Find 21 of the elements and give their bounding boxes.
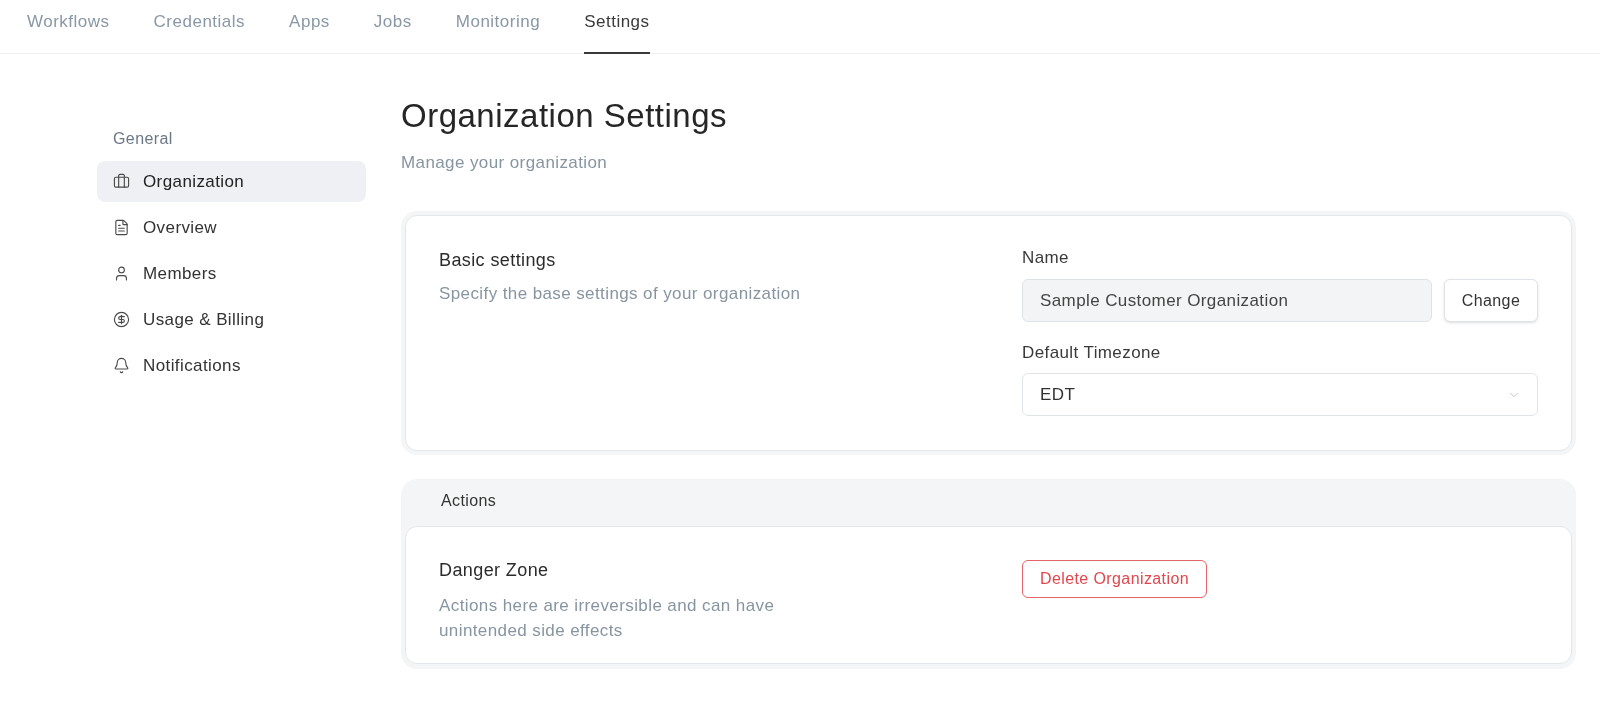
person-icon	[113, 265, 130, 282]
bell-icon	[113, 357, 130, 374]
field-label: Name	[1022, 247, 1070, 269]
dollar-coin-icon	[113, 311, 130, 328]
sidebar-section-label: General	[112, 129, 174, 149]
delete-organization-button[interactable]: Delete Organization	[1022, 560, 1207, 598]
timezone-select[interactable]: EDT	[1022, 373, 1538, 416]
panel-label: Actions	[440, 491, 498, 511]
section-description: Actions here are irreversible and can have unintended side effects	[439, 595, 776, 642]
page-title: Organization Settings	[401, 96, 728, 136]
field-label: Default Timezone	[1022, 342, 1162, 364]
document-icon	[113, 219, 130, 236]
section-title: Danger Zone	[439, 559, 550, 582]
section-title: Basic settings	[439, 249, 557, 272]
change-button[interactable]: Change	[1444, 279, 1538, 322]
briefcase-icon	[113, 173, 130, 190]
page-subtitle: Manage your organization	[401, 152, 609, 174]
section-description: Specify the base settings of your organization	[439, 283, 802, 305]
name-input-field[interactable]: Sample Customer Organization	[1022, 279, 1432, 322]
nav-tab[interactable]: Settings	[584, 0, 650, 54]
sidebar-item[interactable]: Organization	[97, 161, 366, 202]
